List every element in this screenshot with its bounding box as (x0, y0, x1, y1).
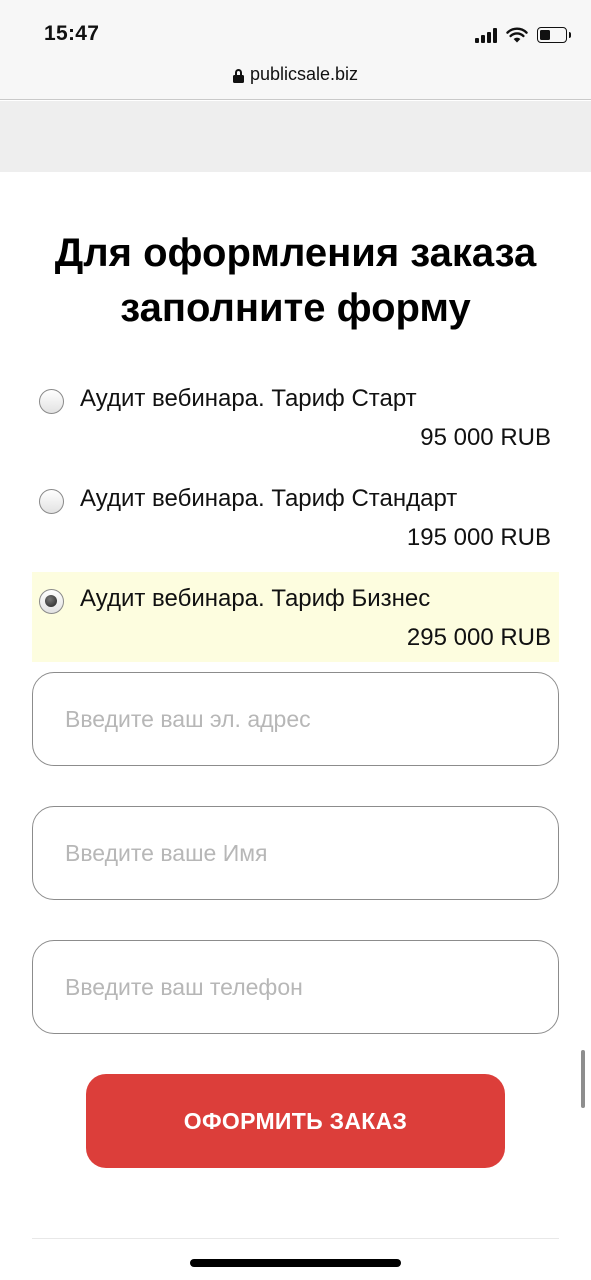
option-label: Аудит вебинара. Тариф Бизнес (80, 585, 431, 612)
phone-field[interactable] (32, 940, 559, 1034)
lock-icon (232, 68, 244, 83)
radio-button[interactable] (39, 489, 64, 514)
option-price: 195 000 RUB (406, 524, 551, 551)
url-text: publicsale.biz (249, 64, 359, 84)
tariff-option-business[interactable]: Аудит вебинара. Тариф Бизнес 295 000 RUB (32, 572, 559, 662)
radio-button-selected[interactable] (39, 589, 64, 614)
battery-icon (537, 27, 571, 43)
email-field[interactable] (32, 672, 559, 766)
tariff-option-standard[interactable]: Аудит вебинара. Тариф Стандарт 195 000 R… (32, 472, 559, 562)
wifi-icon (506, 27, 528, 43)
option-price: 295 000 RUB (406, 624, 551, 651)
status-time: 15:47 (44, 22, 100, 45)
name-field[interactable] (32, 806, 559, 900)
divider (32, 1238, 559, 1239)
page-header-band (0, 101, 591, 172)
browser-address-bar[interactable]: publicsale.biz (0, 60, 591, 100)
page-title-line-2: заполните форму (120, 286, 471, 330)
submit-order-button[interactable]: ОФОРМИТЬ ЗАКАЗ (86, 1074, 505, 1168)
page-title-line-1: Для оформления заказа (54, 231, 537, 275)
option-label: Аудит вебинара. Тариф Старт (80, 385, 417, 412)
cellular-signal-icon (475, 27, 497, 43)
status-bar: 15:47 (0, 0, 591, 60)
home-indicator[interactable] (190, 1259, 401, 1267)
scrollbar[interactable] (581, 1050, 585, 1108)
status-icons (475, 24, 571, 46)
option-label: Аудит вебинара. Тариф Стандарт (80, 485, 458, 512)
tariff-option-start[interactable]: Аудит вебинара. Тариф Старт 95 000 RUB (32, 372, 559, 462)
radio-button[interactable] (39, 389, 64, 414)
option-price: 95 000 RUB (420, 424, 551, 451)
page-title: Для оформления заказа заполните форму (0, 226, 591, 336)
